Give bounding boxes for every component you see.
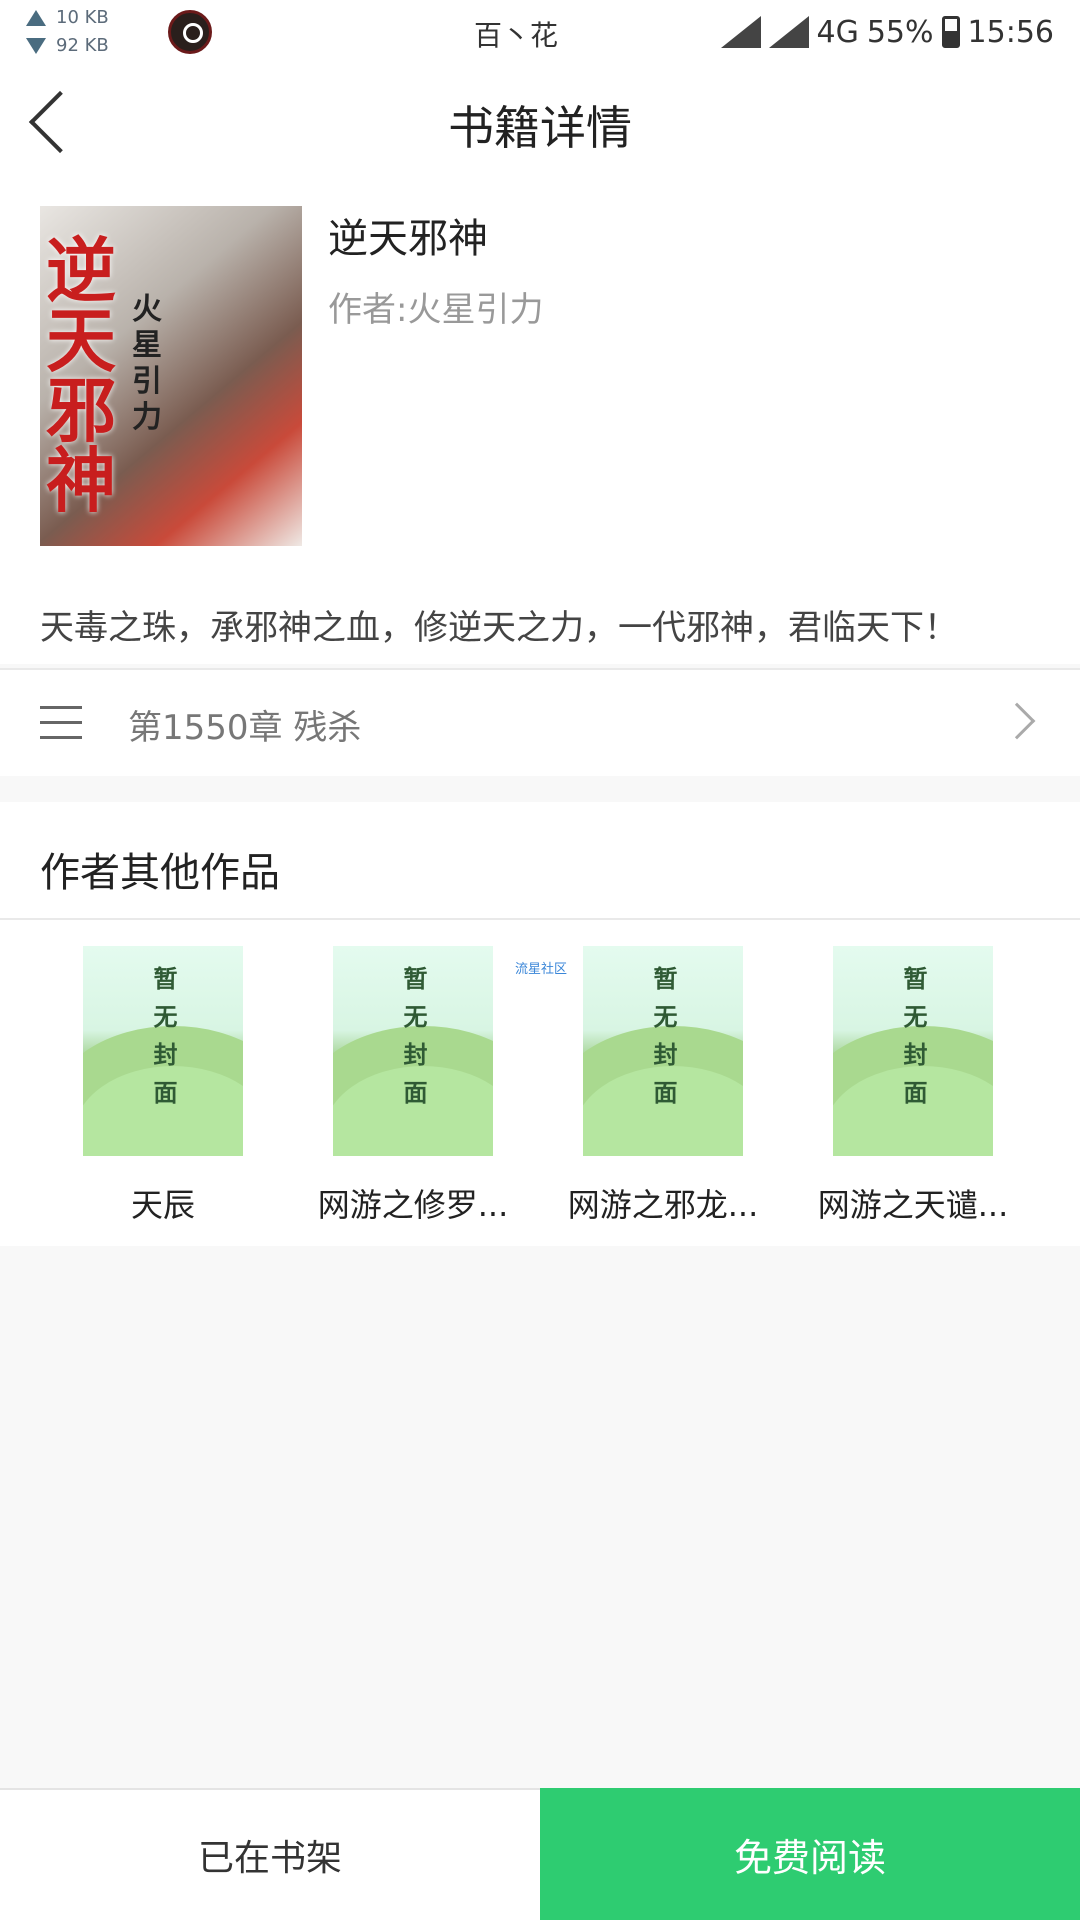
work-item[interactable]: 暂无封面 网游之天谴...: [788, 946, 1038, 1226]
placeholder-text: 暂无封面: [149, 966, 178, 1118]
work-item[interactable]: 暂无封面 天辰: [38, 946, 288, 1226]
work-title: 天辰: [130, 1186, 195, 1224]
carrier-name: 百丶花: [474, 19, 559, 52]
book-detail-screen: 10 KB 92 KB 百丶花 4G 55% 15:56 书籍详情 逆天邪神 火…: [0, 0, 1080, 1920]
book-info-section: 逆天邪神 火星引力 逆天邪神 作者:火星引力 天毒之珠，承邪神之血，修逆天之力，…: [0, 182, 1080, 664]
clock: 15:56: [967, 14, 1054, 50]
page-title: 书籍详情: [448, 101, 632, 155]
placeholder-text: 暂无封面: [899, 966, 928, 1118]
network-type: 4G: [816, 14, 859, 50]
other-works-list: 暂无封面 天辰 暂无封面 网游之修罗... 暂无封面 网游之邪龙... 暂无封面…: [0, 946, 1080, 1246]
upload-speed: 10 KB: [56, 7, 109, 28]
placeholder-text: 暂无封面: [399, 966, 428, 1118]
book-title: 逆天邪神: [328, 216, 488, 262]
placeholder-cover: 暂无封面: [583, 946, 743, 1156]
book-author: 作者:火星引力: [328, 290, 544, 330]
upload-arrow-icon: [26, 10, 46, 26]
free-read-button[interactable]: 免费阅读: [540, 1788, 1080, 1920]
section-title: 作者其他作品: [40, 850, 280, 896]
work-item[interactable]: 暂无封面 网游之修罗...: [288, 946, 538, 1226]
latest-chapter-row[interactable]: 第1550章 残杀: [0, 670, 1080, 776]
placeholder-text: 暂无封面: [649, 966, 678, 1118]
book-description: 天毒之珠，承邪神之血，修逆天之力，一代邪神，君临天下！: [40, 608, 958, 648]
signal-icon: [720, 16, 761, 48]
cover-author-text: 火星引力: [132, 292, 162, 435]
bottom-action-bar: 已在书架 免费阅读: [0, 1788, 1080, 1920]
status-indicators: 4G 55% 15:56: [720, 12, 1054, 52]
signal-icon-2: [768, 16, 809, 48]
book-cover[interactable]: 逆天邪神 火星引力: [40, 206, 302, 546]
section-divider: [0, 918, 1080, 920]
download-arrow-icon: [26, 38, 46, 54]
on-shelf-button[interactable]: 已在书架: [0, 1788, 540, 1920]
app-header: 书籍详情: [0, 64, 1080, 182]
other-works-section: 作者其他作品 流星社区 暂无封面 天辰 暂无封面 网游之修罗... 暂无封面 网…: [0, 802, 1080, 1246]
chevron-right-icon: [998, 702, 1036, 740]
app-notification-icon: [168, 10, 212, 54]
work-title: 网游之修罗...: [317, 1186, 509, 1224]
work-title: 网游之天谴...: [817, 1186, 1009, 1224]
work-item[interactable]: 暂无封面 网游之邪龙...: [538, 946, 788, 1226]
latest-chapter-title: 第1550章 残杀: [128, 708, 362, 748]
placeholder-cover: 暂无封面: [83, 946, 243, 1156]
battery-icon: [941, 16, 960, 48]
work-title: 网游之邪龙...: [567, 1186, 759, 1224]
network-speed: 10 KB 92 KB: [26, 4, 109, 60]
catalog-list-icon: [40, 706, 82, 740]
battery-percent: 55%: [866, 14, 934, 50]
download-speed: 92 KB: [56, 35, 109, 56]
cover-title-text: 逆天邪神: [46, 229, 116, 522]
placeholder-cover: 暂无封面: [333, 946, 493, 1156]
placeholder-cover: 暂无封面: [833, 946, 993, 1156]
status-bar: 10 KB 92 KB 百丶花 4G 55% 15:56: [0, 0, 1080, 64]
